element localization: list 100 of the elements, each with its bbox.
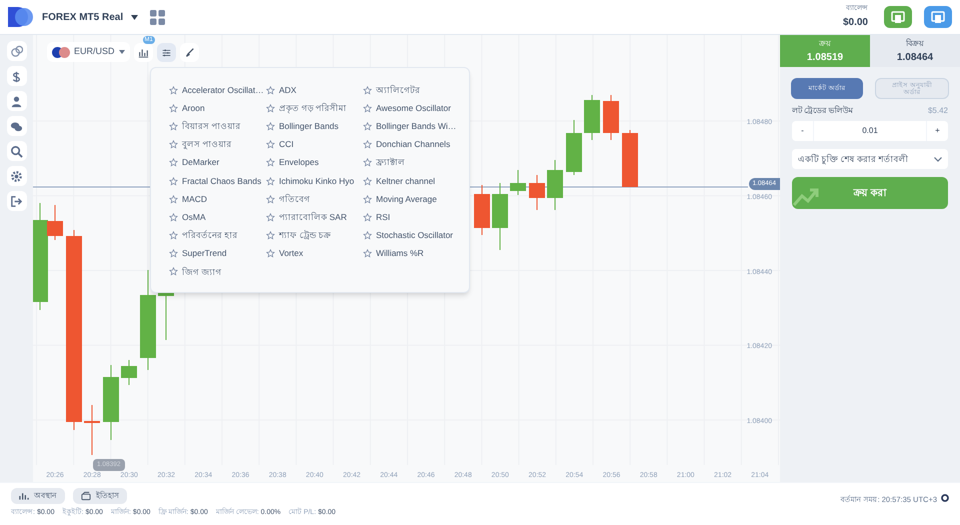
indicator-item[interactable]: Keltner channel xyxy=(363,172,473,190)
star-icon[interactable] xyxy=(169,249,178,258)
star-icon[interactable] xyxy=(169,122,178,131)
indicator-item[interactable]: জিগ জ্যাগ xyxy=(169,262,266,282)
indicator-item[interactable]: Envelopes xyxy=(266,154,363,172)
star-icon[interactable] xyxy=(363,158,372,168)
star-icon[interactable] xyxy=(266,104,275,113)
coins-button[interactable] xyxy=(6,41,26,61)
conditions-dropdown[interactable]: একটি চুক্তি শেষ করার শর্তাবলী xyxy=(792,149,948,169)
wallet-icon xyxy=(81,491,91,501)
volume-stepper[interactable]: - 0.01 + xyxy=(792,121,948,141)
volume-value: 0.01 xyxy=(861,125,879,137)
candlestick xyxy=(566,120,582,176)
indicator-item[interactable]: Williams %R xyxy=(363,244,473,263)
indicator-item[interactable]: Stochastic Oscillator xyxy=(363,226,473,245)
indicator-item[interactable]: Fractal Chaos Bands xyxy=(169,172,266,190)
indicator-item[interactable]: DeMarker xyxy=(169,154,266,172)
candlestick xyxy=(84,404,100,456)
candlestick xyxy=(622,130,638,188)
star-icon[interactable] xyxy=(363,176,372,186)
star-icon[interactable] xyxy=(266,86,275,95)
indicator-item[interactable]: পরিবর্তনের হার xyxy=(169,226,266,245)
indicator-item[interactable]: SuperTrend xyxy=(169,244,266,263)
star-icon[interactable] xyxy=(169,176,178,186)
indicator-item[interactable]: বিয়ারস পাওয়ার xyxy=(169,117,266,136)
indicator-item[interactable]: OsMA xyxy=(169,208,266,226)
indicator-item[interactable]: Ichimoku Kinko Hyo xyxy=(266,172,363,190)
user-icon xyxy=(10,94,23,108)
decrease-button[interactable]: - xyxy=(792,121,814,141)
indicator-item[interactable]: Moving Average xyxy=(363,190,473,208)
increase-button[interactable]: + xyxy=(926,121,948,141)
search-button[interactable] xyxy=(6,141,26,161)
star-icon[interactable] xyxy=(266,212,275,222)
star-icon[interactable] xyxy=(169,104,178,113)
dollar-button[interactable] xyxy=(6,66,26,86)
indicator-item[interactable]: Awesome Oscillator xyxy=(363,99,473,118)
indicator-item[interactable]: RSI xyxy=(363,208,473,226)
candlestick xyxy=(510,170,526,196)
star-icon[interactable] xyxy=(169,140,178,150)
star-icon[interactable] xyxy=(169,158,178,168)
indicator-item[interactable]: Bollinger Bands Wi… xyxy=(363,117,473,136)
trade-side-tab[interactable]: বিক্রয় 1.08464 xyxy=(870,35,960,67)
star-icon[interactable] xyxy=(363,249,372,258)
star-icon[interactable] xyxy=(266,158,275,168)
star-icon[interactable] xyxy=(169,267,178,276)
indicator-item[interactable]: Bollinger Bands xyxy=(266,117,363,136)
indicator-item[interactable]: শ্যাফ ট্রেন্ড চক্র xyxy=(266,226,363,245)
drawing-tool-button[interactable] xyxy=(180,42,199,62)
star-icon[interactable] xyxy=(169,231,178,240)
volume-cost: $5.42 xyxy=(928,105,948,117)
atm-icon xyxy=(931,10,945,24)
star-icon[interactable] xyxy=(363,140,372,150)
indicator-item[interactable]: প্যারাবোলিক SAR xyxy=(266,208,363,226)
indicator-item[interactable]: প্রকৃত গড় পরিসীমা xyxy=(266,99,363,118)
account-name: FOREX MT5 Real xyxy=(42,10,124,24)
chat-icon xyxy=(10,120,23,132)
indicator-item[interactable]: গতিবেগ xyxy=(266,190,363,208)
star-icon[interactable] xyxy=(266,140,275,150)
star-icon[interactable] xyxy=(169,212,178,222)
star-icon[interactable] xyxy=(363,231,372,240)
indicator-item[interactable]: Vortex xyxy=(266,244,363,263)
atm-icon xyxy=(891,10,905,24)
indicator-item[interactable]: CCI xyxy=(266,136,363,154)
caret-icon[interactable] xyxy=(131,14,138,20)
indicator-item[interactable]: বুলস পাওয়ার xyxy=(169,136,266,154)
bar-chart-icon xyxy=(19,491,29,501)
star-icon[interactable] xyxy=(363,212,372,222)
logo-icon xyxy=(8,7,34,27)
star-icon[interactable] xyxy=(363,86,372,95)
indicator-item[interactable]: Accelerator Oscillat… xyxy=(169,81,266,100)
indicator-item[interactable]: অ্যালিগেটর xyxy=(363,81,473,100)
star-icon[interactable] xyxy=(363,104,372,113)
chart-type-button[interactable] xyxy=(134,42,153,62)
pair-selector[interactable]: EUR/USD xyxy=(47,42,130,62)
star-icon[interactable] xyxy=(363,194,372,204)
star-icon[interactable] xyxy=(363,122,372,131)
star-icon[interactable] xyxy=(266,122,275,131)
star-icon[interactable] xyxy=(169,194,178,204)
star-icon[interactable] xyxy=(266,249,275,258)
deposit-button[interactable] xyxy=(884,6,912,28)
star-icon[interactable] xyxy=(266,231,275,240)
bar-chart-icon xyxy=(138,46,149,58)
indicator-item[interactable]: ADX xyxy=(266,81,363,100)
indicator-item[interactable]: Aroon xyxy=(169,99,266,118)
brush-icon xyxy=(184,46,195,58)
chevron-icon xyxy=(934,156,942,162)
sliders-icon xyxy=(160,46,172,58)
indicators-button[interactable] xyxy=(156,42,176,62)
withdraw-button[interactable] xyxy=(924,6,952,28)
settings-button[interactable] xyxy=(6,166,26,186)
star-icon[interactable] xyxy=(266,176,275,186)
indicator-item[interactable]: ফ্র্যাক্টাল xyxy=(363,154,473,172)
indicator-item[interactable]: MACD xyxy=(169,190,266,208)
logout-button[interactable] xyxy=(6,191,26,211)
user-button[interactable] xyxy=(6,91,26,111)
star-icon[interactable] xyxy=(266,194,275,204)
grid-icon[interactable] xyxy=(150,10,166,24)
indicator-item[interactable]: Donchian Channels xyxy=(363,136,473,154)
star-icon[interactable] xyxy=(169,86,178,95)
chat-button[interactable] xyxy=(6,116,26,136)
